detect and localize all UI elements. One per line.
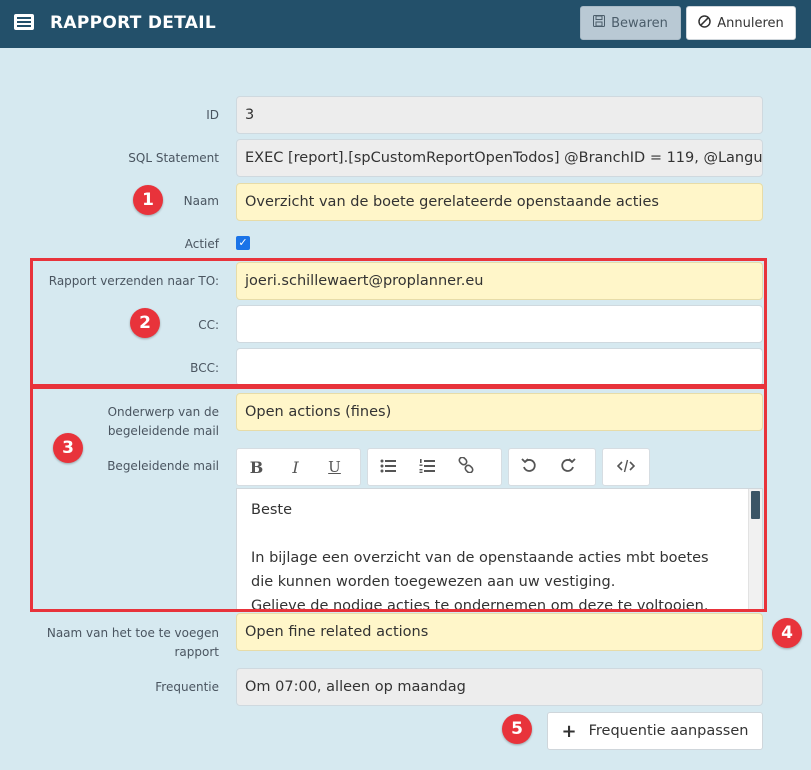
floppy-disk-icon xyxy=(593,15,606,31)
header-bar: RAPPORT DETAIL Bewaren Annuleren xyxy=(0,0,811,48)
frequentie-aanpassen-button[interactable]: + Frequentie aanpassen xyxy=(547,712,763,750)
frequentie-label: Frequentie xyxy=(155,680,219,694)
cancel-button[interactable]: Annuleren xyxy=(686,6,796,40)
sql-label: SQL Statement xyxy=(128,151,219,165)
naam-label: Naam xyxy=(183,194,219,208)
page-title: RAPPORT DETAIL xyxy=(50,13,216,33)
save-button-label: Bewaren xyxy=(611,15,668,31)
sql-field: EXEC [report].[spCustomReportOpenTodos] … xyxy=(236,139,763,177)
annotation-badge-5: 5 xyxy=(502,714,532,744)
save-button[interactable]: Bewaren xyxy=(580,6,681,40)
annotation-badge-1: 1 xyxy=(133,185,163,215)
id-field: 3 xyxy=(236,96,763,134)
frequentie-aanpassen-label: Frequentie aanpassen xyxy=(588,723,749,739)
annotation-box-mail xyxy=(30,386,767,612)
ban-icon xyxy=(698,14,711,32)
annotation-badge-2: 2 xyxy=(130,308,160,338)
frequentie-field: Om 07:00, alleen op maandag xyxy=(236,668,763,706)
rapportnaam-label: Naam van het toe te voegen rapport xyxy=(47,624,219,662)
actief-checkbox[interactable]: ✓ xyxy=(236,236,250,250)
list-icon xyxy=(14,14,34,30)
rapportnaam-input[interactable]: Open fine related actions xyxy=(236,613,763,651)
annotation-badge-3: 3 xyxy=(53,433,83,463)
rapportnaam-label-line2: rapport xyxy=(174,645,219,659)
plus-icon: + xyxy=(561,720,577,742)
annotation-badge-4: 4 xyxy=(772,618,802,648)
rapportnaam-label-line1: Naam van het toe te voegen xyxy=(46,626,219,640)
cancel-button-label: Annuleren xyxy=(717,15,784,31)
actief-label: Actief xyxy=(184,237,219,251)
id-label: ID xyxy=(206,108,219,122)
naam-input[interactable]: Overzicht van de boete gerelateerde open… xyxy=(236,183,763,221)
